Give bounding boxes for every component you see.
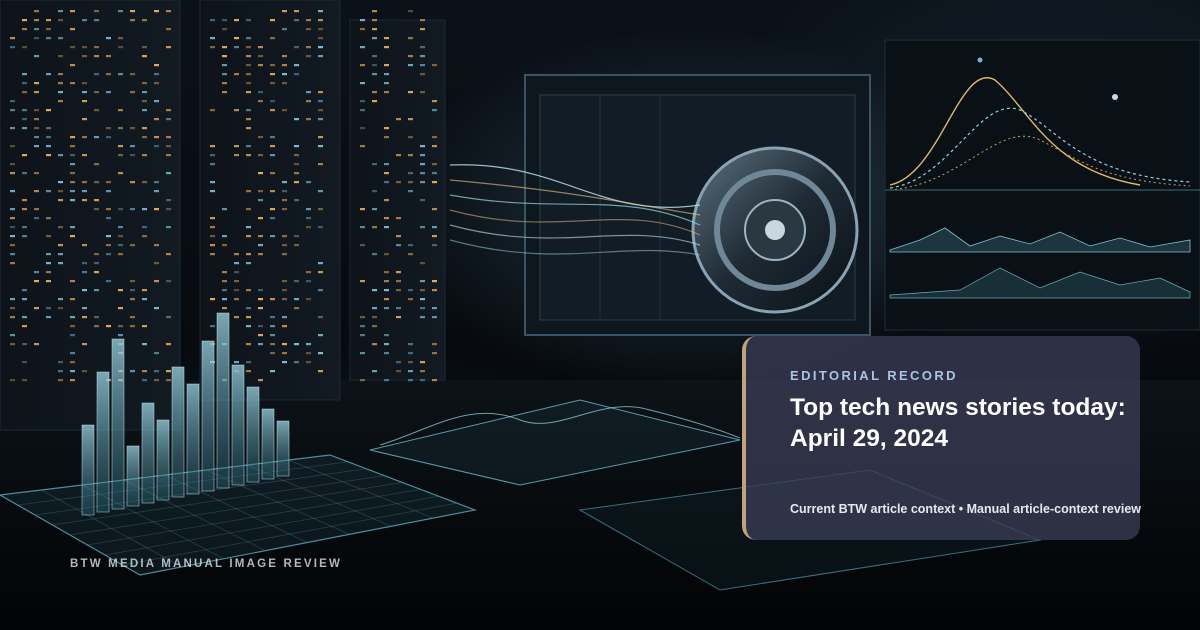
- hero-banner: BTW MEDIA MANUAL IMAGE REVIEW EDITORIAL …: [0, 0, 1200, 630]
- article-card[interactable]: EDITORIAL RECORD Top tech news stories t…: [742, 336, 1141, 540]
- image-review-stamp: BTW MEDIA MANUAL IMAGE REVIEW: [70, 558, 343, 570]
- article-context-line: Current BTW article context • Manual art…: [790, 502, 1141, 516]
- article-title[interactable]: Top tech news stories today: April 29, 2…: [790, 392, 1130, 454]
- analytics-wall: [884, 39, 1200, 331]
- article-eyebrow: EDITORIAL RECORD: [790, 368, 958, 383]
